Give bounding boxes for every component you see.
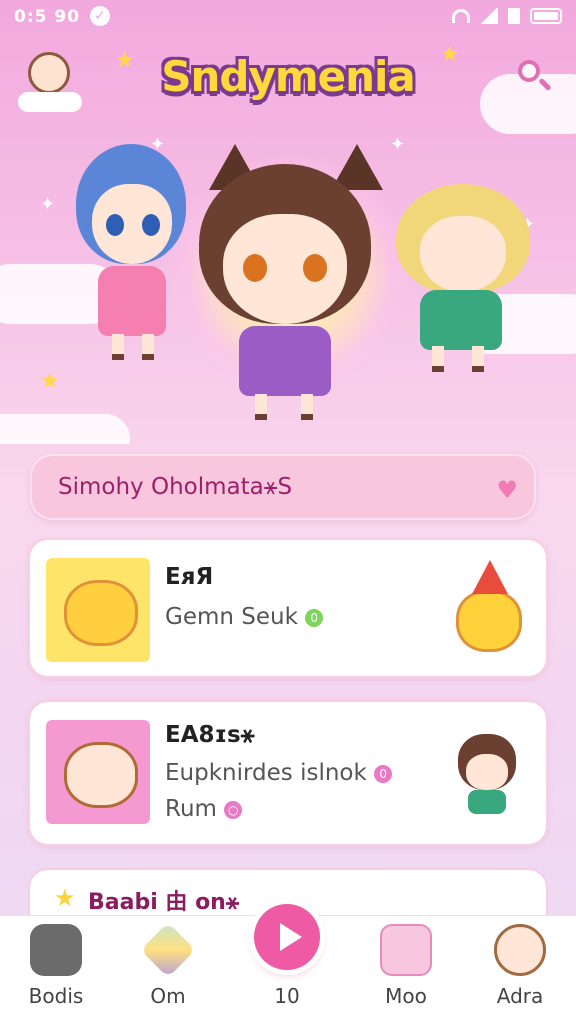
sim-icon bbox=[508, 8, 520, 24]
bottom-navigation: Bodis Om 10 Moo Adra bbox=[0, 904, 576, 1024]
card-subtitle: Gemn Seuk 0 bbox=[165, 604, 324, 630]
battery-icon bbox=[530, 8, 562, 24]
coin-icon: 0 bbox=[305, 608, 324, 627]
hero-banner: ✦ ✦ ✦ ✦ ★ ★ ★ Sndymenia bbox=[0, 34, 576, 444]
status-bar: 0:5 90 ✓ bbox=[0, 0, 576, 34]
cube-icon bbox=[140, 922, 196, 978]
check-icon: ✓ bbox=[90, 6, 110, 26]
nav-label: Om bbox=[150, 984, 186, 1008]
card-title: EᴙЯ bbox=[165, 564, 214, 590]
card-extra: Rum ○ bbox=[165, 796, 243, 822]
character-cat-girl bbox=[185, 134, 385, 424]
thumbnail-cat bbox=[46, 558, 150, 662]
coin-icon: ○ bbox=[224, 800, 243, 819]
system-icons bbox=[452, 8, 562, 24]
status-time: 0:5 90 bbox=[14, 7, 81, 27]
list-item[interactable]: EA8ɪs⚹ Eupknirdes islnok 0 Rum ○ bbox=[30, 702, 546, 844]
document-icon bbox=[380, 924, 432, 976]
heart-icon[interactable]: ♥ bbox=[496, 476, 518, 504]
nav-item-om[interactable]: Om bbox=[118, 922, 218, 1008]
card-subtitle: Eupknirdes islnok 0 bbox=[165, 760, 393, 786]
nav-item-moo[interactable]: Moo bbox=[356, 924, 456, 1008]
list-item[interactable]: EᴙЯ Gemn Seuk 0 bbox=[30, 540, 546, 676]
signal-icon bbox=[480, 8, 498, 24]
nav-label: Adra bbox=[496, 984, 544, 1008]
nav-label: 10 bbox=[274, 984, 300, 1008]
sticker-cat-hat bbox=[442, 560, 528, 656]
profile-icon bbox=[494, 924, 546, 976]
sticker-girl bbox=[442, 724, 528, 820]
nav-item-adra[interactable]: Adra bbox=[470, 924, 570, 1008]
star-icon: ★ bbox=[54, 884, 76, 912]
nav-item-bodis[interactable]: Bodis bbox=[6, 924, 106, 1008]
coin-icon: 0 bbox=[374, 764, 393, 783]
wifi-icon bbox=[452, 9, 470, 23]
banner-text: Simohy Oholmata⚹S bbox=[58, 474, 293, 500]
featured-banner[interactable]: Simohy Oholmata⚹S ♥ bbox=[30, 454, 536, 520]
card-title: Baabi 由 on⚹ bbox=[88, 890, 240, 915]
thumbnail-boy bbox=[46, 720, 150, 824]
character-face-icon bbox=[30, 924, 82, 976]
app-logo-title: Sndymenia bbox=[161, 52, 415, 101]
character-blue-hair bbox=[66, 144, 196, 364]
character-blonde bbox=[396, 164, 536, 374]
card-title: EA8ɪs⚹ bbox=[165, 722, 255, 748]
nav-label: Moo bbox=[385, 984, 427, 1008]
search-icon[interactable] bbox=[514, 56, 554, 96]
play-icon[interactable] bbox=[254, 904, 320, 970]
nav-label: Bodis bbox=[28, 984, 84, 1008]
